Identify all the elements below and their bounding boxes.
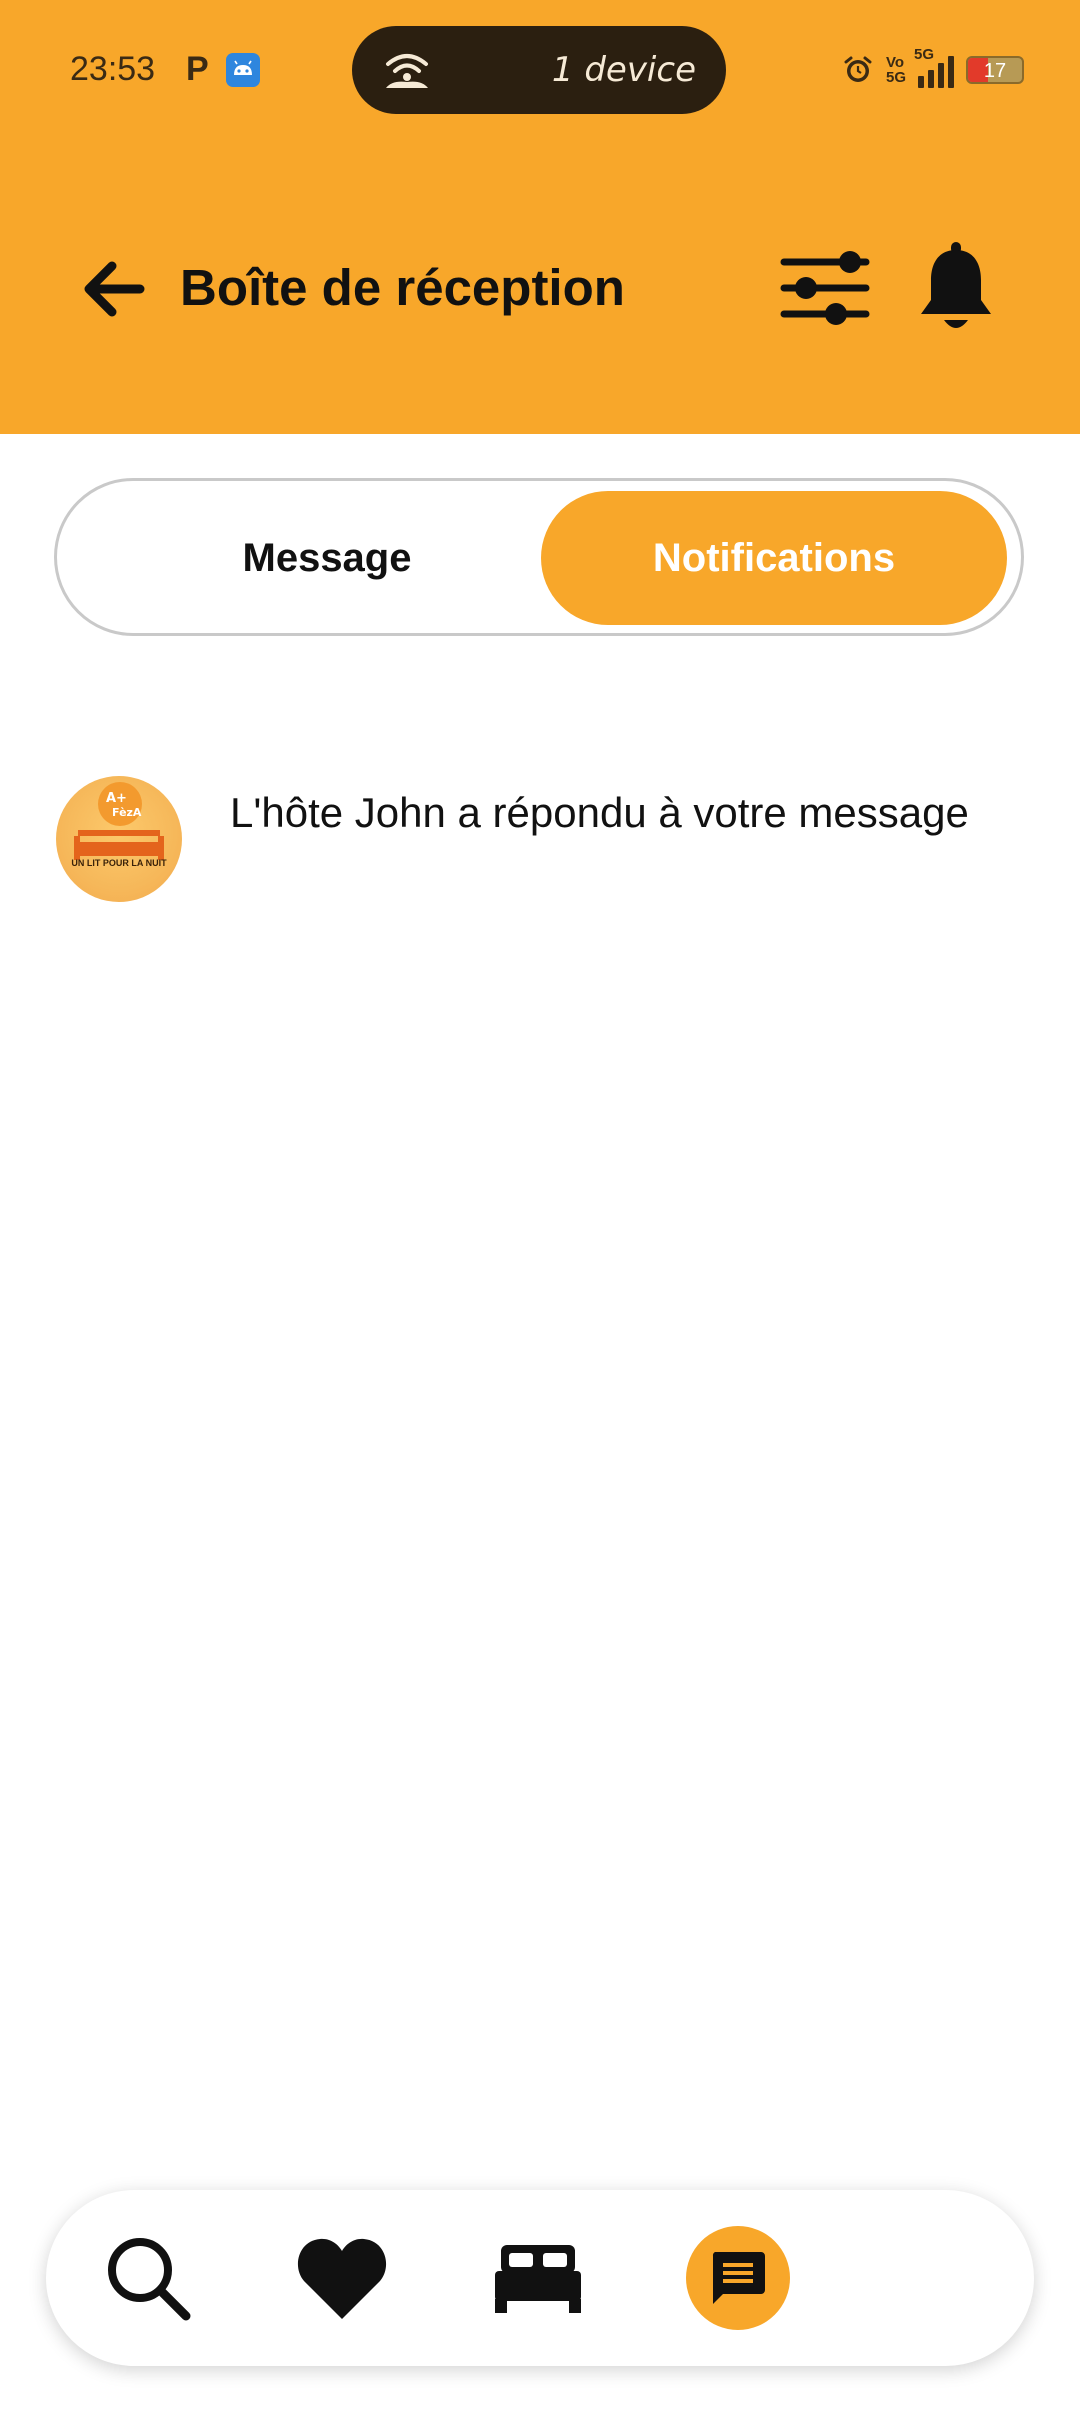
signal-icon: 5G — [914, 46, 954, 88]
svg-text:FèzA: FèzA — [112, 806, 142, 819]
bottom-nav — [46, 2190, 1034, 2366]
alarm-icon — [844, 56, 872, 82]
hotspot-icon — [386, 54, 428, 88]
status-icons: Vo 5G 5G 17 — [842, 46, 1024, 90]
parking-notification-icon: P — [186, 50, 209, 88]
battery-level: 17 — [983, 60, 1007, 82]
search-icon — [108, 2238, 191, 2321]
nav-search[interactable] — [98, 2228, 198, 2328]
message-icon — [712, 2252, 765, 2304]
notification-text: L'hôte John a répondu à votre message — [230, 789, 969, 836]
heart-icon — [297, 2238, 387, 2319]
battery-icon: 17 — [966, 56, 1024, 84]
tab-message[interactable]: Message — [67, 491, 587, 625]
svg-text:A+: A+ — [106, 791, 127, 806]
nav-bookings[interactable] — [488, 2228, 588, 2328]
arrow-left-icon[interactable] — [80, 256, 146, 322]
feza-logo-icon: A+ FèzA — [74, 782, 164, 860]
avatar: A+ FèzA UN LIT POUR LA NUIT — [56, 776, 182, 902]
avatar-logo-text: UN LIT POUR LA NUIT — [71, 858, 167, 868]
nav-favorites[interactable] — [292, 2228, 392, 2328]
tab-notifications[interactable]: Notifications — [541, 491, 1007, 625]
nav-messages[interactable] — [686, 2226, 790, 2330]
android-notification-icon — [226, 53, 260, 87]
sliders-icon[interactable] — [780, 246, 870, 332]
hotspot-label: 1 device — [551, 50, 696, 90]
bell-icon[interactable] — [918, 242, 994, 336]
inbox-tabs: Message Notifications — [54, 478, 1024, 636]
page-title: Boîte de réception — [180, 259, 625, 316]
hotspot-pill[interactable]: 1 device — [352, 26, 726, 114]
notification-item[interactable]: A+ FèzA UN LIT POUR LA NUIT L'hôte John … — [56, 776, 1026, 902]
volte-indicator: Vo 5G — [885, 54, 906, 86]
bed-icon — [495, 2245, 581, 2313]
app-header: 23:53 P 1 device Vo 5G 5G 17 Boîte de ré… — [0, 0, 1080, 434]
status-time: 23:53 — [70, 50, 156, 88]
